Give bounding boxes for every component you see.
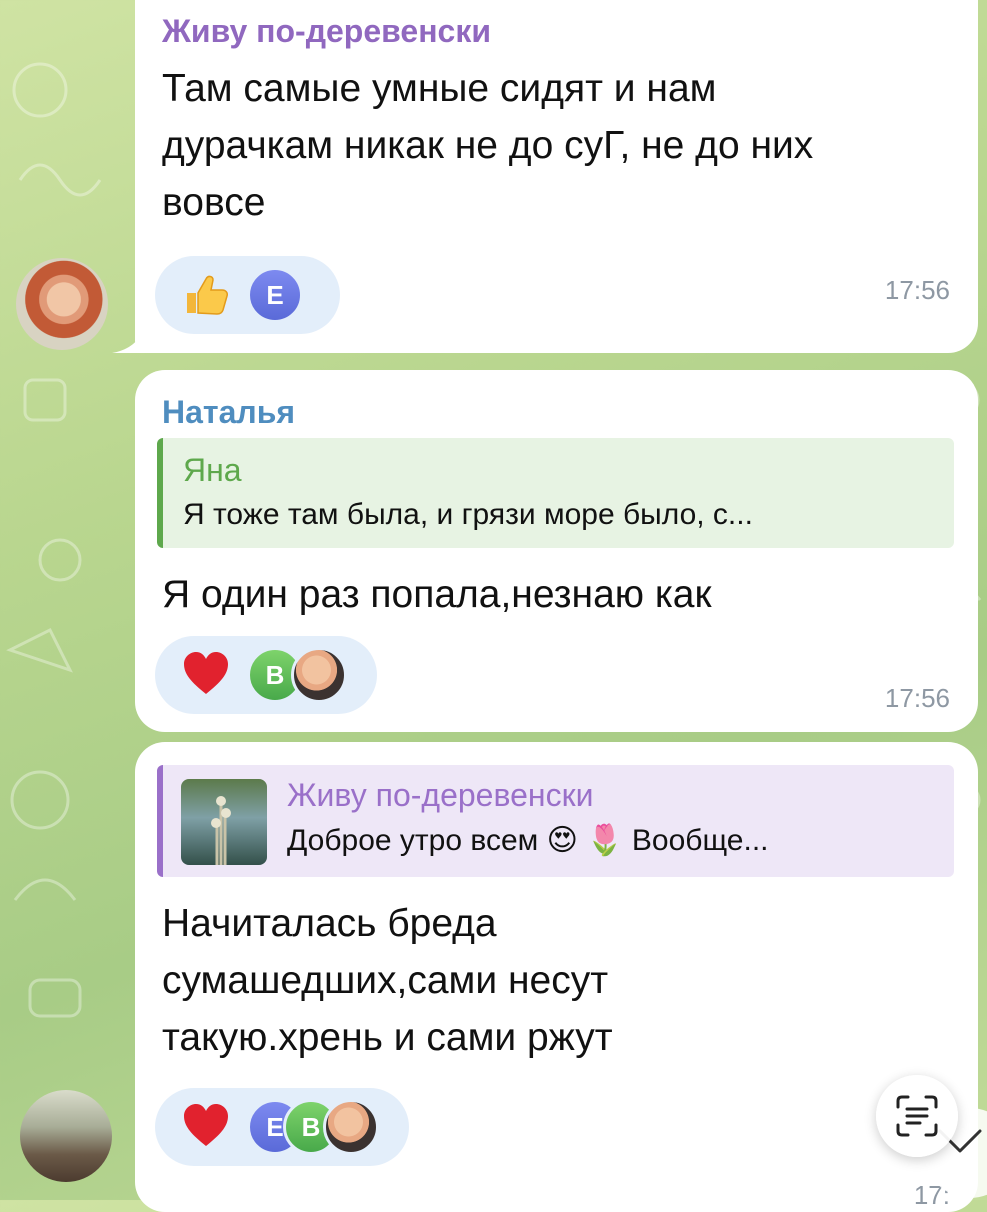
message-time: 17:56 [884,683,950,713]
reply-author: Живу по-деревенски [287,777,594,813]
bubble-tail [112,316,152,353]
reply-text: Доброе утро всем 😍 🌷 Вообще... [287,824,769,857]
message-text: Я один раз попала,незнаю как [162,573,712,616]
message-text: Начиталась бреда сумашедших,сами несут т… [162,902,613,1059]
reply-quote[interactable]: Живу по-деревенски Доброе утро всем 😍 🌷 … [157,765,954,877]
reply-thumbnail [181,779,267,865]
reactor-avatar: Е [247,267,303,323]
reactions-pill[interactable]: Е [155,256,340,334]
message-bubble[interactable]: Наталья Яна Я тоже там была, и грязи мор… [135,370,978,732]
reactor-photo-avatar [291,647,347,703]
red-heart-icon [184,1104,228,1146]
reply-author: Яна [183,452,242,488]
red-heart-icon [184,652,228,694]
message-time: 17:56 [884,275,950,305]
reply-text: Я тоже там была, и грязи море было, с... [183,498,753,531]
text-scan-icon [896,1095,938,1137]
message-bubble[interactable]: Живу по-деревенски Там самые умные сидят… [135,0,978,353]
sender-name[interactable]: Наталья [162,394,295,431]
sender-name[interactable]: Живу по-деревенски [162,13,491,50]
live-text-button[interactable] [876,1075,958,1157]
message-bubble[interactable]: Живу по-деревенски Доброе утро всем 😍 🌷 … [135,742,978,1212]
sender-avatar[interactable] [20,1090,112,1182]
reactions-pill[interactable]: В [155,636,377,714]
reactions-pill[interactable]: Е В [155,1088,409,1166]
reply-quote[interactable]: Яна Я тоже там была, и грязи море было, … [157,438,954,548]
reactor-photo-avatar [323,1099,379,1155]
message-text: Там самые умные сидят и нам дурачкам ник… [162,67,814,224]
sender-avatar[interactable] [16,258,108,350]
thumbs-up-icon [187,275,228,315]
